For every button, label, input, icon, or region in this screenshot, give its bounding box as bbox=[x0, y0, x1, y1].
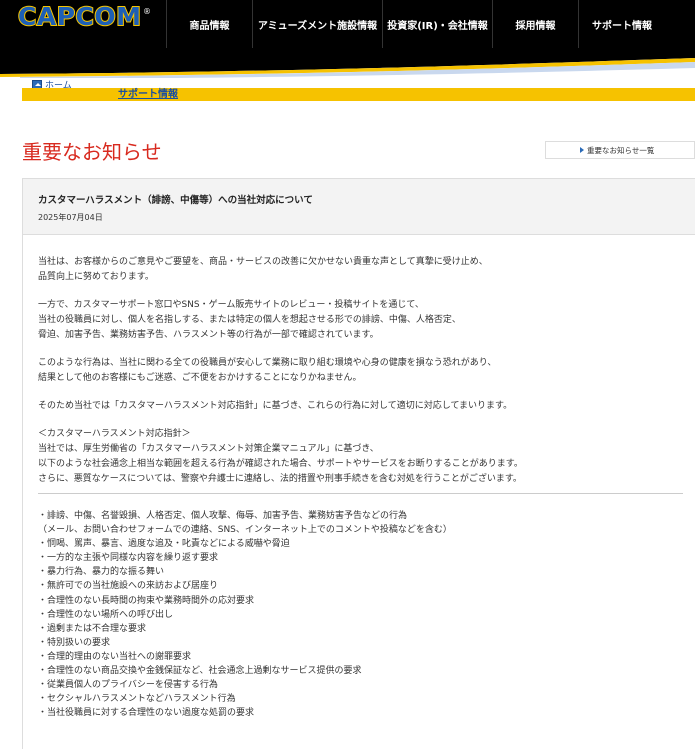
list-item: ・特別扱いの要求 bbox=[38, 637, 111, 648]
list-item: ・合理性のない長時間の拘束や業務時間外の応対要求 bbox=[38, 595, 255, 606]
list-item: ・誹謗、中傷、名誉毀損、人格否定、個人攻撃、侮辱、加害予告、業務妨害予告などの行… bbox=[38, 511, 408, 521]
list-item: ・合理的理由のない当社への謝罪要求 bbox=[38, 651, 192, 662]
list-item: ・過剰または不合理な要求 bbox=[38, 623, 147, 634]
top-navigation-bar: CAPCOM ® 商品情報 アミューズメント施設情報 投資家(IR)・会社情報 … bbox=[0, 0, 695, 48]
page-title: 重要なお知らせ bbox=[22, 140, 162, 164]
article-body: 当社は、お客様からのご意見やご要望を、商品・サービスの改善に欠かせない貴重な声と… bbox=[38, 255, 678, 500]
article-paragraph: 一方で、カスタマーサポート窓口やSNS・ゲーム販売サイトのレビュー・投稿サイトを… bbox=[38, 300, 461, 340]
nav-recruit[interactable]: 採用情報 bbox=[492, 0, 578, 48]
main-nav: 商品情報 アミューズメント施設情報 投資家(IR)・会社情報 採用情報 サポート… bbox=[166, 0, 665, 48]
list-item: ・当社役職員に対する合理性のない過度な処罰の要求 bbox=[38, 708, 255, 719]
section-divider bbox=[38, 493, 683, 494]
article: カスタマーハラスメント（誹謗、中傷等）への当社対応について 2025年07月04… bbox=[22, 178, 695, 749]
list-item: ・無許可での当社施設への来訪および居座り bbox=[38, 581, 219, 592]
list-item: ・セクシャルハラスメントなどハラスメント行為 bbox=[38, 694, 236, 705]
logo-text: CAPCOM bbox=[17, 2, 142, 32]
nav-amusement[interactable]: アミューズメント施設情報 bbox=[252, 0, 382, 48]
list-item: （メール、お問い合わせフォームでの連絡、SNS、インターネット上でのコメントや投… bbox=[38, 525, 452, 536]
capcom-logo[interactable]: CAPCOM ® bbox=[17, 2, 151, 32]
list-item: ・暴力行為、暴力的な振る舞い bbox=[38, 567, 165, 578]
list-item: ・一方的な主張や同様な内容を繰り返す要求 bbox=[38, 553, 219, 564]
list-item: ・合理性のない商品交換や金銭保証など、社会通念上過剰なサービス提供の要求 bbox=[38, 666, 362, 677]
policy-section: ＜カスタマーハラスメント対応指針＞ 当社では、厚生労働省の「カスタマーハラスメン… bbox=[38, 429, 523, 484]
breadcrumb-support-link[interactable]: サポート情報 bbox=[118, 88, 178, 101]
list-item: ・合理性のない場所への呼び出し bbox=[38, 609, 174, 620]
notice-list-label: 重要なお知らせ一覧 bbox=[587, 145, 655, 155]
nav-products[interactable]: 商品情報 bbox=[166, 0, 252, 48]
article-header: カスタマーハラスメント（誹謗、中傷等）への当社対応について 2025年07月04… bbox=[23, 179, 695, 235]
logo-registered-mark: ® bbox=[143, 7, 151, 16]
list-item: ・恫喝、罵声、暴言、過度な追及・叱責などによる威嚇や脅迫 bbox=[38, 539, 290, 550]
article-paragraph: そのため当社では「カスタマーハラスメント対応指針」に基づき、これらの行為に対して… bbox=[38, 401, 513, 411]
arrow-right-icon bbox=[580, 147, 584, 153]
article-paragraph: 当社は、お客様からのご意見やご要望を、商品・サービスの改善に欠かせない貴重な声と… bbox=[38, 257, 488, 282]
prohibited-acts-list: ・誹謗、中傷、名誉毀損、人格否定、個人攻撃、侮辱、加害予告、業務妨害予告などの行… bbox=[38, 509, 683, 720]
notice-list-button[interactable]: 重要なお知らせ一覧 bbox=[545, 141, 695, 159]
nav-investor[interactable]: 投資家(IR)・会社情報 bbox=[382, 0, 492, 48]
article-date: 2025年07月04日 bbox=[38, 213, 103, 222]
nav-support[interactable]: サポート情報 bbox=[578, 0, 665, 48]
breadcrumb-section-bar: サポート情報 bbox=[22, 88, 695, 101]
list-item: ・従業員個人のプライバシーを侵害する行為 bbox=[38, 680, 218, 691]
header-swoosh-decoration bbox=[0, 48, 695, 78]
article-paragraph: このような行為は、当社に関わる全ての役職員が安心して業務に取り組む環境や心身の健… bbox=[38, 358, 497, 383]
article-title: カスタマーハラスメント（誹謗、中傷等）への当社対応について bbox=[38, 195, 313, 206]
